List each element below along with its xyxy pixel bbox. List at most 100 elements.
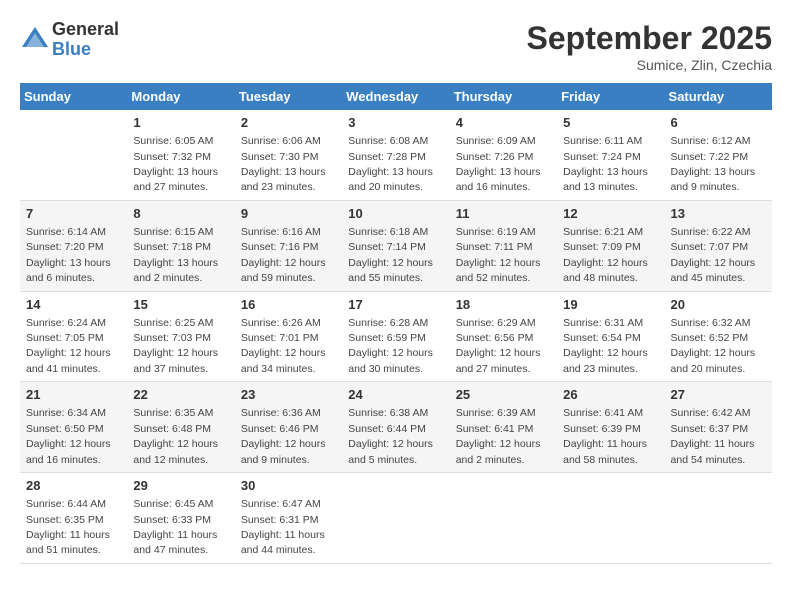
day-info: Sunrise: 6:38 AM Sunset: 6:44 PM Dayligh… — [348, 407, 433, 465]
logo-icon — [20, 25, 50, 55]
week-row-3: 14 Sunrise: 6:24 AM Sunset: 7:05 PM Dayli… — [20, 291, 772, 382]
day-cell: 25 Sunrise: 6:39 AM Sunset: 6:41 PM Dayli… — [450, 382, 557, 473]
day-info: Sunrise: 6:11 AM Sunset: 7:24 PM Dayligh… — [563, 135, 648, 193]
day-info: Sunrise: 6:12 AM Sunset: 7:22 PM Dayligh… — [671, 135, 756, 193]
day-number: 16 — [241, 296, 336, 314]
day-number: 6 — [671, 114, 766, 132]
day-number: 5 — [563, 114, 658, 132]
day-info: Sunrise: 6:16 AM Sunset: 7:16 PM Dayligh… — [241, 226, 326, 284]
day-info: Sunrise: 6:31 AM Sunset: 6:54 PM Dayligh… — [563, 317, 648, 375]
day-cell: 19 Sunrise: 6:31 AM Sunset: 6:54 PM Dayli… — [557, 291, 664, 382]
day-info: Sunrise: 6:47 AM Sunset: 6:31 PM Dayligh… — [241, 498, 325, 556]
day-number: 30 — [241, 477, 336, 495]
week-row-5: 28 Sunrise: 6:44 AM Sunset: 6:35 PM Dayli… — [20, 473, 772, 564]
day-number: 7 — [26, 205, 121, 223]
day-cell: 4 Sunrise: 6:09 AM Sunset: 7:26 PM Daylig… — [450, 110, 557, 200]
day-cell: 21Sunrise: 6:34 AM Sunset: 6:50 PM Dayli… — [20, 382, 127, 473]
location: Sumice, Zlin, Czechia — [527, 57, 772, 73]
week-row-1: 1Sunrise: 6:05 AM Sunset: 7:32 PM Daylig… — [20, 110, 772, 200]
header-cell-friday: Friday — [557, 83, 664, 110]
day-cell: 30 Sunrise: 6:47 AM Sunset: 6:31 PM Dayli… — [235, 473, 342, 564]
day-info: Sunrise: 6:25 AM Sunset: 7:03 PM Dayligh… — [133, 317, 218, 375]
day-cell: 9 Sunrise: 6:16 AM Sunset: 7:16 PM Daylig… — [235, 200, 342, 291]
day-cell: 7 Sunrise: 6:14 AM Sunset: 7:20 PM Daylig… — [20, 200, 127, 291]
day-cell — [450, 473, 557, 564]
header-cell-sunday: Sunday — [20, 83, 127, 110]
day-number: 4 — [456, 114, 551, 132]
day-cell: 6 Sunrise: 6:12 AM Sunset: 7:22 PM Daylig… — [665, 110, 772, 200]
day-number: 28 — [26, 477, 121, 495]
day-info: Sunrise: 6:44 AM Sunset: 6:35 PM Dayligh… — [26, 498, 110, 556]
day-cell: 14 Sunrise: 6:24 AM Sunset: 7:05 PM Dayli… — [20, 291, 127, 382]
calendar-table: SundayMondayTuesdayWednesdayThursdayFrid… — [20, 83, 772, 564]
title-block: September 2025 Sumice, Zlin, Czechia — [527, 20, 772, 73]
day-cell: 17 Sunrise: 6:28 AM Sunset: 6:59 PM Dayli… — [342, 291, 449, 382]
day-info: Sunrise: 6:14 AM Sunset: 7:20 PM Dayligh… — [26, 226, 111, 284]
day-cell: 20Sunrise: 6:32 AM Sunset: 6:52 PM Dayli… — [665, 291, 772, 382]
day-info: Sunrise: 6:39 AM Sunset: 6:41 PM Dayligh… — [456, 407, 541, 465]
day-info: Sunrise: 6:09 AM Sunset: 7:26 PM Dayligh… — [456, 135, 541, 193]
day-cell: 24 Sunrise: 6:38 AM Sunset: 6:44 PM Dayli… — [342, 382, 449, 473]
header-cell-monday: Monday — [127, 83, 234, 110]
page-header: General Blue September 2025 Sumice, Zlin… — [20, 20, 772, 73]
day-cell — [342, 473, 449, 564]
week-row-2: 7 Sunrise: 6:14 AM Sunset: 7:20 PM Daylig… — [20, 200, 772, 291]
day-number: 19 — [563, 296, 658, 314]
day-cell: 2Sunrise: 6:06 AM Sunset: 7:30 PM Daylig… — [235, 110, 342, 200]
logo: General Blue — [20, 20, 119, 60]
logo-text: General Blue — [52, 20, 119, 60]
day-cell: 12Sunrise: 6:21 AM Sunset: 7:09 PM Dayli… — [557, 200, 664, 291]
header-cell-tuesday: Tuesday — [235, 83, 342, 110]
day-number: 2 — [241, 114, 336, 132]
day-info: Sunrise: 6:19 AM Sunset: 7:11 PM Dayligh… — [456, 226, 541, 284]
header-row: SundayMondayTuesdayWednesdayThursdayFrid… — [20, 83, 772, 110]
day-number: 17 — [348, 296, 443, 314]
day-number: 26 — [563, 386, 658, 404]
day-info: Sunrise: 6:36 AM Sunset: 6:46 PM Dayligh… — [241, 407, 326, 465]
day-number: 14 — [26, 296, 121, 314]
day-cell: 11 Sunrise: 6:19 AM Sunset: 7:11 PM Dayli… — [450, 200, 557, 291]
day-cell: 8Sunrise: 6:15 AM Sunset: 7:18 PM Daylig… — [127, 200, 234, 291]
day-number: 1 — [133, 114, 228, 132]
day-number: 23 — [241, 386, 336, 404]
day-cell: 16 Sunrise: 6:26 AM Sunset: 7:01 PM Dayli… — [235, 291, 342, 382]
day-info: Sunrise: 6:28 AM Sunset: 6:59 PM Dayligh… — [348, 317, 433, 375]
month-title: September 2025 — [527, 20, 772, 57]
day-number: 18 — [456, 296, 551, 314]
day-number: 11 — [456, 205, 551, 223]
day-cell: 15 Sunrise: 6:25 AM Sunset: 7:03 PM Dayli… — [127, 291, 234, 382]
day-number: 27 — [671, 386, 766, 404]
day-info: Sunrise: 6:08 AM Sunset: 7:28 PM Dayligh… — [348, 135, 433, 193]
day-number: 25 — [456, 386, 551, 404]
day-info: Sunrise: 6:22 AM Sunset: 7:07 PM Dayligh… — [671, 226, 756, 284]
day-number: 3 — [348, 114, 443, 132]
day-info: Sunrise: 6:45 AM Sunset: 6:33 PM Dayligh… — [133, 498, 217, 556]
day-number: 15 — [133, 296, 228, 314]
day-number: 22 — [133, 386, 228, 404]
day-info: Sunrise: 6:32 AM Sunset: 6:52 PM Dayligh… — [671, 317, 756, 375]
day-info: Sunrise: 6:41 AM Sunset: 6:39 PM Dayligh… — [563, 407, 647, 465]
header-cell-wednesday: Wednesday — [342, 83, 449, 110]
day-number: 24 — [348, 386, 443, 404]
day-cell: 29Sunrise: 6:45 AM Sunset: 6:33 PM Dayli… — [127, 473, 234, 564]
day-info: Sunrise: 6:18 AM Sunset: 7:14 PM Dayligh… — [348, 226, 433, 284]
logo-general: General — [52, 20, 119, 40]
day-info: Sunrise: 6:24 AM Sunset: 7:05 PM Dayligh… — [26, 317, 111, 375]
day-cell: 3 Sunrise: 6:08 AM Sunset: 7:28 PM Daylig… — [342, 110, 449, 200]
day-info: Sunrise: 6:34 AM Sunset: 6:50 PM Dayligh… — [26, 407, 111, 465]
day-cell: 27Sunrise: 6:42 AM Sunset: 6:37 PM Dayli… — [665, 382, 772, 473]
day-info: Sunrise: 6:15 AM Sunset: 7:18 PM Dayligh… — [133, 226, 218, 284]
day-number: 12 — [563, 205, 658, 223]
day-cell: 26 Sunrise: 6:41 AM Sunset: 6:39 PM Dayli… — [557, 382, 664, 473]
day-cell: 13Sunrise: 6:22 AM Sunset: 7:07 PM Dayli… — [665, 200, 772, 291]
header-cell-thursday: Thursday — [450, 83, 557, 110]
day-cell: 22Sunrise: 6:35 AM Sunset: 6:48 PM Dayli… — [127, 382, 234, 473]
day-cell: 1Sunrise: 6:05 AM Sunset: 7:32 PM Daylig… — [127, 110, 234, 200]
day-cell: 23 Sunrise: 6:36 AM Sunset: 6:46 PM Dayli… — [235, 382, 342, 473]
day-cell — [665, 473, 772, 564]
calendar-body: 1Sunrise: 6:05 AM Sunset: 7:32 PM Daylig… — [20, 110, 772, 563]
day-cell — [557, 473, 664, 564]
week-row-4: 21Sunrise: 6:34 AM Sunset: 6:50 PM Dayli… — [20, 382, 772, 473]
day-number: 9 — [241, 205, 336, 223]
day-info: Sunrise: 6:26 AM Sunset: 7:01 PM Dayligh… — [241, 317, 326, 375]
